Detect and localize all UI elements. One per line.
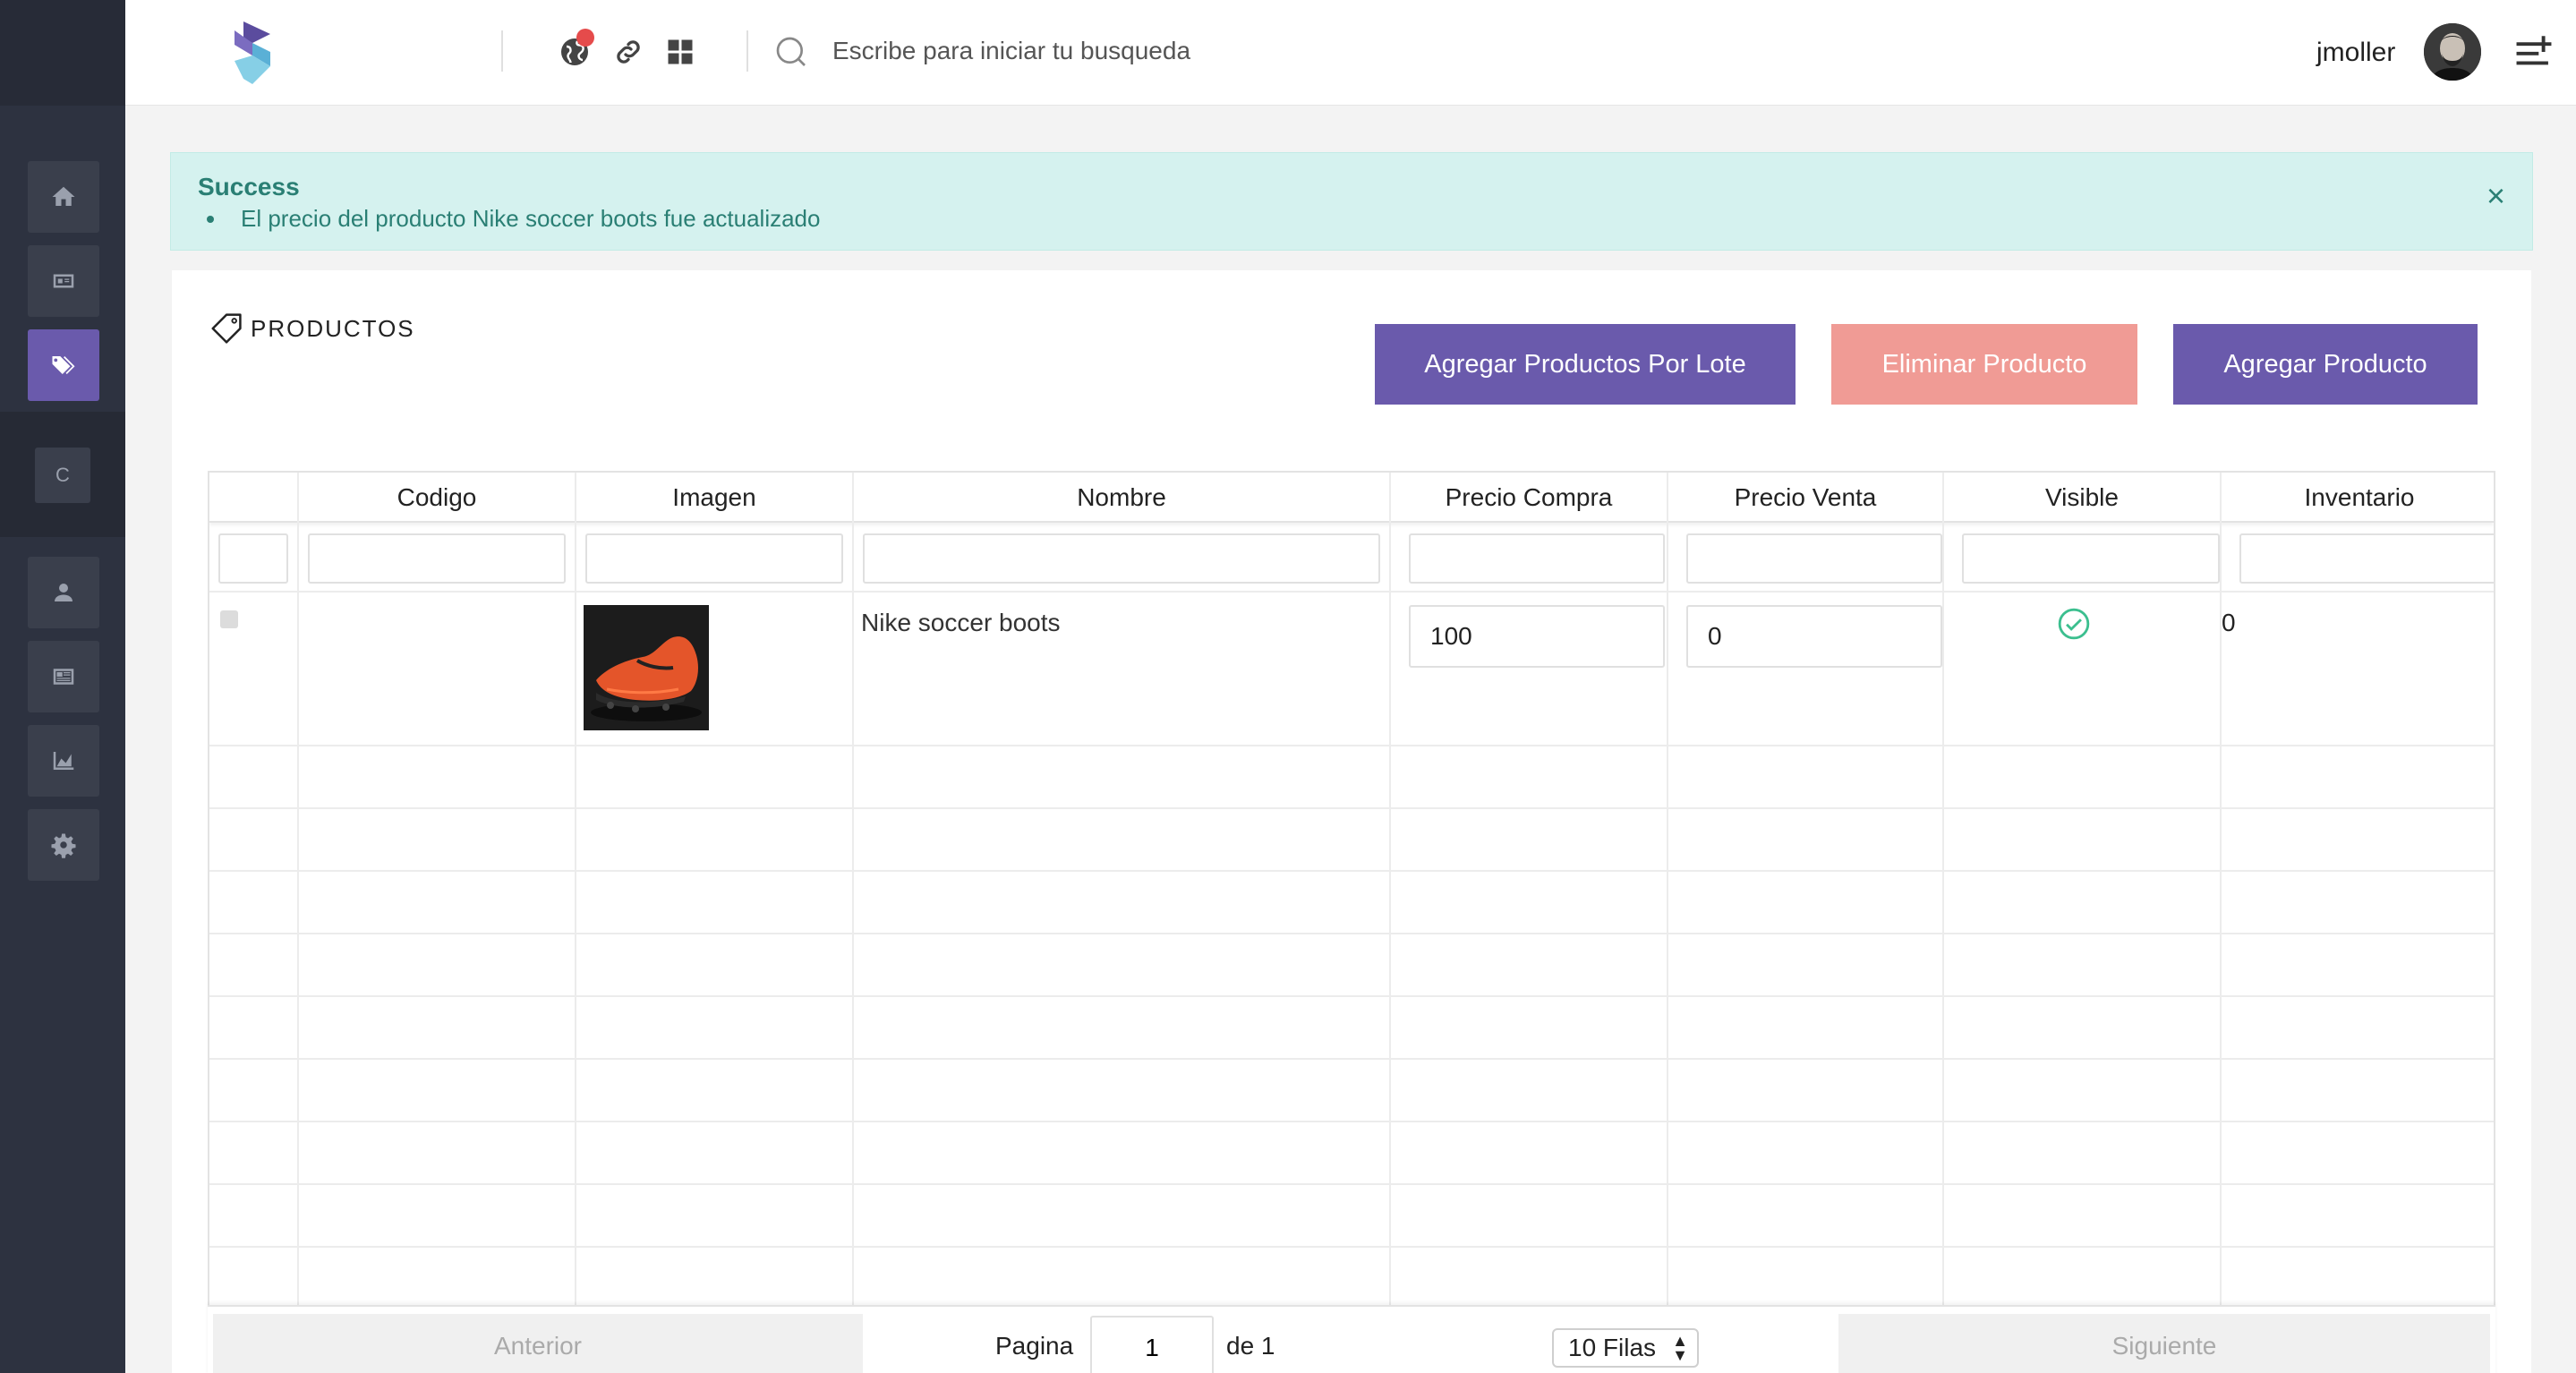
sidebar-item-settings[interactable] <box>28 809 99 881</box>
inventory-value: 0 <box>2222 609 2236 636</box>
apps-button[interactable] <box>662 34 698 70</box>
check-circle-icon[interactable] <box>2057 607 2091 641</box>
product-photo <box>584 605 709 730</box>
filter-select[interactable] <box>218 533 288 584</box>
row-divider <box>209 995 2494 997</box>
avatar-image <box>2424 23 2481 81</box>
sidebar-item-company[interactable]: C <box>35 448 90 503</box>
delete-product-button[interactable]: Eliminar Producto <box>1831 324 2137 405</box>
grid-icon <box>668 39 693 64</box>
column-header-imagen[interactable]: Imagen <box>576 473 854 523</box>
products-card: PRODUCTOS Agregar Productos Por Lote Eli… <box>172 270 2531 1373</box>
newspaper-icon <box>53 669 74 685</box>
row-divider <box>209 807 2494 809</box>
row-divider <box>209 933 2494 934</box>
header-divider <box>746 30 748 72</box>
gear-icon <box>51 833 76 858</box>
sidebar-item-products[interactable] <box>28 329 99 401</box>
sidebar-item-panel[interactable] <box>28 245 99 317</box>
avatar[interactable] <box>2424 23 2481 81</box>
filter-codigo[interactable] <box>308 533 566 584</box>
sidebar-top <box>0 0 125 106</box>
row-divider <box>209 1183 2494 1185</box>
select-arrows-icon: ▲ ▼ <box>1672 1332 1688 1364</box>
app-logo[interactable] <box>226 21 279 84</box>
search-icon <box>776 37 806 66</box>
add-menu-icon[interactable] <box>2513 34 2555 70</box>
search-input[interactable] <box>832 27 1638 75</box>
column-header-precio-venta[interactable]: Precio Venta <box>1668 473 1944 523</box>
globe-notifications-button[interactable] <box>557 29 594 70</box>
filter-precio-venta[interactable] <box>1686 533 1942 584</box>
link-icon <box>617 40 640 64</box>
sidebar-item-news[interactable] <box>28 641 99 712</box>
column-header-nombre[interactable]: Nombre <box>854 473 1391 523</box>
pagination-bar: Anterior Pagina de 1 10 Filas ▲▼ Siguien… <box>208 1305 2495 1373</box>
column-header-precio-compra[interactable]: Precio Compra <box>1391 473 1668 523</box>
bullet <box>207 215 214 223</box>
page-title: PRODUCTOS <box>208 308 415 349</box>
user-icon <box>55 584 73 601</box>
row-divider <box>209 1058 2494 1060</box>
links-button[interactable] <box>610 34 646 70</box>
column-header-select[interactable] <box>209 473 299 523</box>
row-divider <box>209 745 2494 746</box>
page-title-text: PRODUCTOS <box>251 314 415 342</box>
panel-icon <box>53 274 74 288</box>
alert-title: Success <box>198 173 300 200</box>
filter-row <box>209 523 2494 593</box>
notification-dot <box>576 29 594 47</box>
tags-icon <box>52 356 75 374</box>
filter-visible[interactable] <box>1962 533 2220 584</box>
previous-page-button[interactable]: Anterior <box>213 1314 863 1373</box>
header-divider <box>501 30 503 72</box>
page-label: Pagina <box>995 1332 1074 1360</box>
add-products-batch-button[interactable]: Agregar Productos Por Lote <box>1375 324 1796 405</box>
filter-precio-compra[interactable] <box>1409 533 1665 584</box>
row-select-checkbox[interactable] <box>220 610 238 628</box>
sale-price-input[interactable] <box>1686 605 1942 668</box>
alert-message-text: El precio del producto Nike soccer boots… <box>241 205 821 232</box>
purchase-price-input[interactable] <box>1409 605 1665 668</box>
rows-per-page-select[interactable]: 10 Filas ▲ ▼ <box>1552 1328 1699 1368</box>
page-total-label: de 1 <box>1226 1332 1275 1360</box>
column-header-codigo[interactable]: Codigo <box>299 473 576 523</box>
tag-icon <box>211 313 242 344</box>
column-header-visible[interactable]: Visible <box>1944 473 2222 523</box>
filter-inventario[interactable] <box>2239 533 2494 584</box>
column-header-inventario[interactable]: Inventario <box>2222 473 2494 523</box>
row-divider <box>209 1121 2494 1122</box>
rows-per-page-value: 10 Filas <box>1568 1334 1657 1361</box>
home-icon <box>52 186 75 206</box>
filter-nombre[interactable] <box>863 533 1380 584</box>
product-name: Nike soccer boots <box>861 609 1061 636</box>
next-page-button[interactable]: Siguiente <box>1838 1314 2490 1373</box>
alert-message: El precio del producto Nike soccer boots… <box>198 205 820 233</box>
area-chart-icon <box>53 752 74 770</box>
row-divider <box>209 870 2494 872</box>
add-product-button[interactable]: Agregar Producto <box>2173 324 2478 405</box>
success-alert: Success El precio del producto Nike socc… <box>170 152 2533 251</box>
sidebar-item-home[interactable] <box>28 161 99 233</box>
close-icon[interactable]: × <box>2486 180 2505 212</box>
sidebar-item-reports[interactable] <box>28 725 99 797</box>
username[interactable]: jmoller <box>2316 38 2395 68</box>
table-header: Codigo Imagen Nombre Precio Compra Preci… <box>209 473 2494 523</box>
products-table: Codigo Imagen Nombre Precio Compra Preci… <box>208 471 2495 1373</box>
top-header: jmoller <box>125 0 2576 106</box>
sidebar: C <box>0 0 125 1373</box>
product-image <box>584 605 709 730</box>
filter-imagen[interactable] <box>585 533 843 584</box>
row-divider <box>209 1246 2494 1248</box>
sidebar-item-users[interactable] <box>28 557 99 628</box>
page-number-input[interactable] <box>1090 1316 1214 1373</box>
